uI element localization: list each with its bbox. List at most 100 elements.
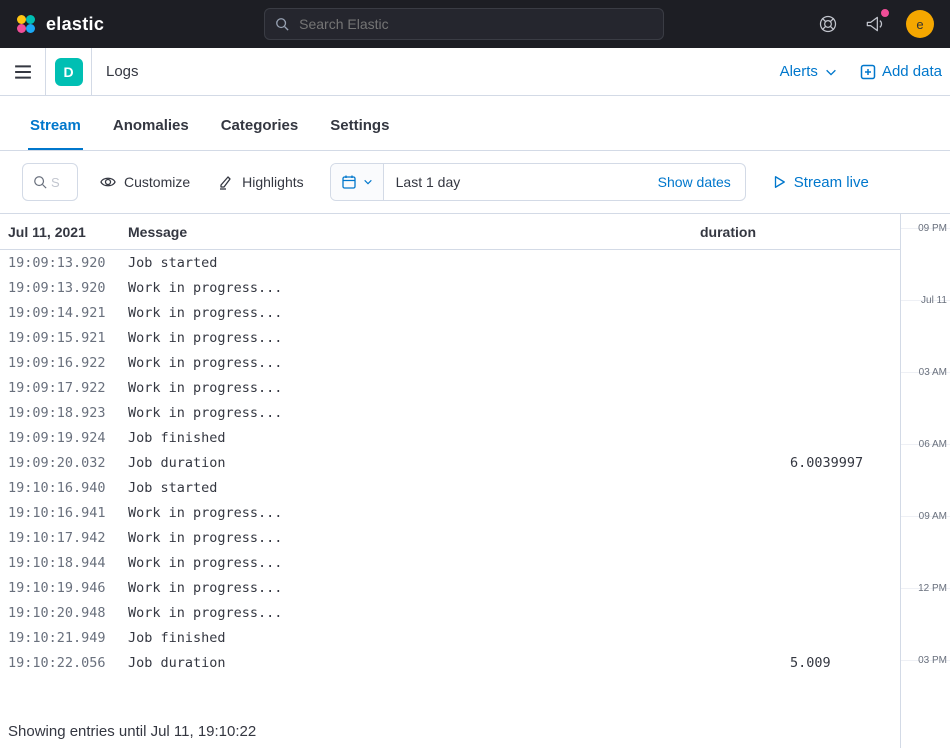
nav-toggle-button[interactable] <box>0 48 46 96</box>
space-badge: D <box>55 58 83 86</box>
log-row[interactable]: 19:09:18.923Work in progress... <box>0 400 900 425</box>
global-search[interactable] <box>264 8 664 40</box>
log-message: Work in progress... <box>128 380 700 396</box>
minimap-slot: 12 PM <box>901 588 950 589</box>
log-message: Work in progress... <box>128 355 700 371</box>
log-message: Work in progress... <box>128 530 700 546</box>
play-icon <box>772 175 786 189</box>
log-timestamp: 19:09:20.032 <box>8 455 128 471</box>
alerts-label: Alerts <box>780 63 818 80</box>
alerts-dropdown[interactable]: Alerts <box>780 63 838 80</box>
log-timestamp: 19:10:21.949 <box>8 630 128 646</box>
log-rows[interactable]: 19:09:13.920Job started19:09:13.920Work … <box>0 250 900 695</box>
avatar-initial: e <box>916 17 923 32</box>
log-row[interactable]: 19:10:22.056Job duration5.009 <box>0 650 900 675</box>
log-footer: Showing entries until Jul 11, 19:10:22 <box>0 715 900 748</box>
log-row[interactable]: 19:09:14.921Work in progress... <box>0 300 900 325</box>
tab-stream[interactable]: Stream <box>28 103 83 150</box>
log-minimap[interactable]: 09 PMJul 1103 AM06 AM09 AM12 PM03 PM <box>900 214 950 748</box>
stream-live-button[interactable]: Stream live <box>766 163 875 201</box>
log-row[interactable]: 19:09:15.921Work in progress... <box>0 325 900 350</box>
customize-button[interactable]: Customize <box>94 163 196 201</box>
tabs-row: Stream Anomalies Categories Settings <box>0 96 950 151</box>
add-data-button[interactable]: Add data <box>860 63 942 80</box>
tab-anomalies[interactable]: Anomalies <box>111 103 191 150</box>
show-dates-label: Show dates <box>658 174 731 190</box>
log-message: Work in progress... <box>128 405 700 421</box>
search-icon <box>33 175 47 189</box>
show-dates-button[interactable]: Show dates <box>644 164 745 200</box>
lifebuoy-icon <box>818 14 838 34</box>
log-row[interactable]: 19:09:13.920Job started <box>0 250 900 275</box>
eye-icon <box>100 174 116 190</box>
elastic-logo-icon <box>14 12 38 36</box>
minimap-slot: 03 PM <box>901 660 950 661</box>
log-row[interactable]: 19:10:19.946Work in progress... <box>0 575 900 600</box>
log-message: Work in progress... <box>128 605 700 621</box>
log-row[interactable]: 19:10:20.948Work in progress... <box>0 600 900 625</box>
user-avatar[interactable]: e <box>906 10 934 38</box>
log-message: Work in progress... <box>128 305 700 321</box>
global-search-input[interactable] <box>297 15 653 33</box>
col-header-duration: duration <box>700 224 900 240</box>
logs-toolbar: S Customize Highlights <box>0 151 950 213</box>
log-timestamp: 19:10:16.940 <box>8 480 128 496</box>
log-timestamp: 19:09:15.921 <box>8 330 128 346</box>
log-message: Work in progress... <box>128 505 700 521</box>
date-quick-select[interactable] <box>331 164 384 200</box>
highlighter-icon <box>218 174 234 190</box>
news-button[interactable] <box>860 10 888 38</box>
highlights-button[interactable]: Highlights <box>212 163 309 201</box>
stream-live-label: Stream live <box>794 174 869 191</box>
log-timestamp: 19:09:13.920 <box>8 280 128 296</box>
minimap-label: Jul 11 <box>921 295 947 306</box>
chevron-down-icon <box>824 65 838 79</box>
log-main: Jul 11, 2021 Message duration 19:09:13.9… <box>0 214 900 748</box>
space-selector[interactable]: D <box>46 48 92 96</box>
log-row[interactable]: 19:09:20.032Job duration6.0039997 <box>0 450 900 475</box>
elastic-logo[interactable]: elastic <box>14 12 104 36</box>
plus-in-box-icon <box>860 64 876 80</box>
log-timestamp: 19:09:17.922 <box>8 380 128 396</box>
brand-word: elastic <box>46 14 104 35</box>
help-button[interactable] <box>814 10 842 38</box>
log-timestamp: 19:10:18.944 <box>8 555 128 571</box>
log-message: Job started <box>128 480 700 496</box>
log-message: Work in progress... <box>128 280 700 296</box>
log-row[interactable]: 19:10:16.941Work in progress... <box>0 500 900 525</box>
col-header-message: Message <box>128 224 700 240</box>
log-row[interactable]: 19:10:17.942Work in progress... <box>0 525 900 550</box>
tab-label: Stream <box>30 117 81 134</box>
customize-label: Customize <box>124 174 190 190</box>
log-row[interactable]: 19:09:13.920Work in progress... <box>0 275 900 300</box>
log-message: Work in progress... <box>128 580 700 596</box>
log-row[interactable]: 19:10:18.944Work in progress... <box>0 550 900 575</box>
log-row[interactable]: 19:09:19.924Job finished <box>0 425 900 450</box>
log-row[interactable]: 19:10:16.940Job started <box>0 475 900 500</box>
log-duration: 5.009 <box>700 655 900 671</box>
date-range-display[interactable]: Last 1 day <box>384 164 644 200</box>
tab-settings[interactable]: Settings <box>328 103 391 150</box>
minimap-label: 09 AM <box>919 511 947 522</box>
date-range-label: Last 1 day <box>396 174 461 190</box>
log-footer-text: Showing entries until Jul 11, 19:10:22 <box>8 723 256 740</box>
chevron-down-icon <box>363 177 373 187</box>
log-message: Work in progress... <box>128 555 700 571</box>
log-message: Job duration <box>128 655 700 671</box>
log-duration: 6.0039997 <box>700 455 900 471</box>
minimap-label: 03 PM <box>918 655 947 666</box>
minimap-slot: 03 AM <box>901 372 950 373</box>
log-message: Job finished <box>128 430 700 446</box>
log-row[interactable]: 19:09:16.922Work in progress... <box>0 350 900 375</box>
log-timestamp: 19:09:16.922 <box>8 355 128 371</box>
app-header: D Logs Alerts Add data <box>0 48 950 96</box>
hamburger-icon <box>14 63 32 81</box>
log-search-input[interactable]: S <box>22 163 78 201</box>
breadcrumb: Logs <box>92 63 153 80</box>
tab-categories[interactable]: Categories <box>219 103 301 150</box>
log-timestamp: 19:09:18.923 <box>8 405 128 421</box>
minimap-label: 12 PM <box>918 583 947 594</box>
log-row[interactable]: 19:09:17.922Work in progress... <box>0 375 900 400</box>
log-row[interactable]: 19:10:21.949Job finished <box>0 625 900 650</box>
log-timestamp: 19:09:19.924 <box>8 430 128 446</box>
